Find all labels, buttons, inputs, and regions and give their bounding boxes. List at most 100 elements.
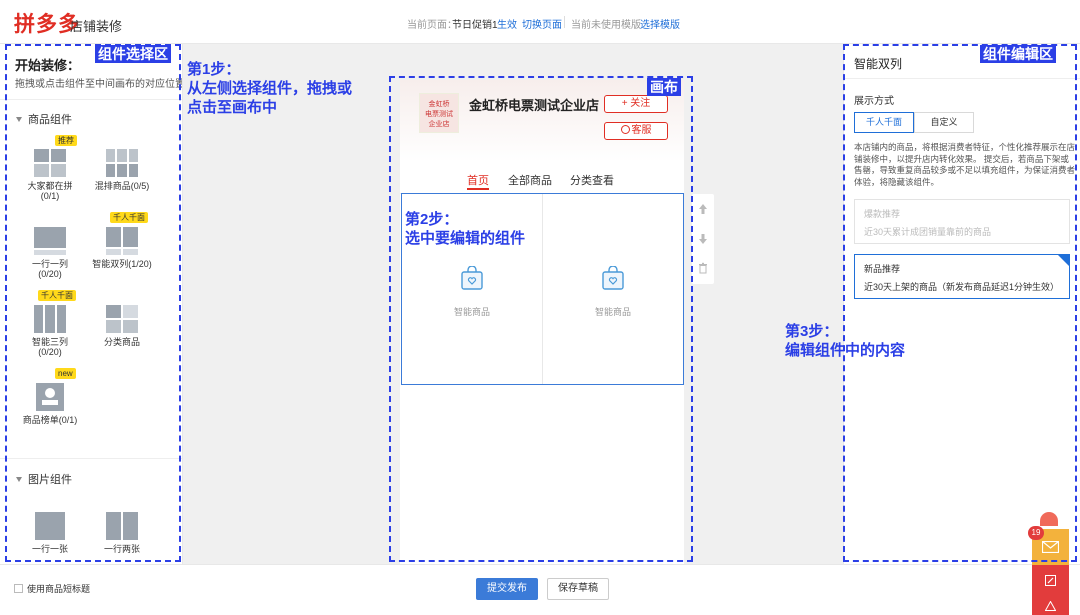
service-button[interactable]: 客服 (604, 122, 668, 140)
three-column-icon (34, 305, 66, 333)
component-smart-three-column[interactable]: 智能三列 (0/20) (15, 305, 85, 357)
caret-down-icon (16, 117, 22, 122)
panel-hint: 拖拽或点击组件至中间画布的对应位置 (15, 79, 183, 90)
shop-name: 金虹桥电票测试企业店 (469, 98, 600, 113)
short-title-checkbox[interactable] (14, 584, 23, 593)
mode-custom-button[interactable]: 自定义 (914, 112, 974, 133)
component-label: 一行两张 (103, 544, 140, 554)
shop-header: 金虹桥 电票测试 企业店 金虹桥电票测试企业店 + 关注 客服 (400, 80, 684, 162)
grid-2x2-icon (34, 149, 66, 177)
mode-description: 本店铺内的商品，将根据消费者特征，个性化推荐展示在店铺装修中，以提升店内转化效果… (854, 142, 1076, 187)
option-hot-sellers[interactable]: 爆款推荐 近30天累计成团销量靠前的商品 (854, 199, 1070, 244)
component-two-image-row[interactable]: 一行两张 (87, 512, 157, 554)
section-product-components[interactable]: 商品组件 (16, 111, 72, 127)
component-one-row-one-col[interactable]: 一行一列 (0/20) (15, 227, 85, 279)
tab-all-products[interactable]: 全部商品 (508, 172, 552, 188)
status-badge: 生效 (497, 20, 517, 31)
component-label: 大家都在拼 (0/1) (27, 181, 73, 201)
chat-icon (620, 125, 630, 134)
component-product-ranking[interactable]: 商品榜单(0/1) (15, 383, 85, 425)
mixed-grid-icon (106, 149, 138, 177)
divider (0, 458, 182, 459)
component-label: 一行一列 (0/20) (31, 259, 68, 279)
edit-panel: 智能双列 展示方式 千人千面 自定义 本店铺内的商品，将根据消费者特征，个性化推… (843, 44, 1080, 564)
component-everyone-group[interactable]: 大家都在拼 (0/1) (15, 149, 85, 201)
mail-icon (1042, 541, 1059, 553)
component-label: 商品榜单(0/1) (22, 415, 78, 425)
step1-annotation: 第1步： 从左侧选择组件，拖拽或 点击至画布中 (187, 61, 353, 116)
single-column-icon (34, 227, 66, 255)
option-title: 爆款推荐 (864, 209, 901, 219)
template-label: 当前未使用模版 (571, 20, 641, 31)
option-desc: 近30天上架的商品（新发布商品延迟1分钟生效） (864, 282, 1060, 292)
choose-template-link[interactable]: 选择模版 (640, 16, 680, 31)
component-mixed-products[interactable]: 混排商品(0/5) (87, 149, 157, 191)
panel-title: 开始装修： (15, 58, 81, 73)
edit-area-tag: 组件编辑区 (980, 45, 1056, 63)
ranking-icon (36, 383, 64, 411)
checkbox-label: 使用商品短标题 (27, 584, 91, 594)
arrow-down-icon[interactable] (697, 233, 709, 245)
current-page-name: 节日促销1 (452, 20, 498, 31)
mode-personalized-button[interactable]: 千人千面 (854, 112, 914, 133)
mascot-icon (1040, 512, 1058, 526)
component-category-products[interactable]: 分类商品 (87, 305, 157, 347)
save-draft-button[interactable]: 保存草稿 (547, 578, 609, 600)
option-desc: 近30天累计成团销量靠前的商品 (864, 227, 992, 237)
badge-personalized: 千人千面 (38, 290, 76, 301)
product-placeholder-label: 智能商品 (595, 307, 632, 317)
phone-canvas[interactable]: 金虹桥 电票测试 企业店 金虹桥电票测试企业店 + 关注 客服 首页 全部商品 … (400, 80, 684, 564)
divider (844, 78, 1080, 79)
follow-button[interactable]: + 关注 (604, 95, 668, 113)
footer-bar (0, 564, 1080, 615)
category-icon (106, 305, 138, 333)
section-image-components[interactable]: 图片组件 (16, 471, 72, 487)
step3-annotation: 第3步： 编辑组件中的内容 (785, 323, 906, 359)
product-placeholder-label: 智能商品 (454, 307, 491, 317)
selected-corner-icon (1058, 255, 1069, 266)
edit-icon (1045, 575, 1056, 586)
option-title: 新品推荐 (864, 264, 901, 274)
divider (564, 16, 565, 28)
shop-logo: 金虹桥 电票测试 企业店 (419, 93, 459, 133)
warning-icon (1045, 601, 1056, 611)
app-subtitle: 店铺装修 (70, 19, 123, 34)
component-label: 一行一张 (31, 544, 68, 554)
top-bar: 拼多多 店铺装修 当前页面： 节日促销1 生效 切换页面 当前未使用模版 选择模… (0, 0, 1080, 44)
shop-tabs: 首页 全部商品 分类查看 (400, 168, 684, 192)
component-label: 智能三列 (0/20) (31, 337, 68, 357)
component-toolbar (692, 194, 714, 284)
two-column-icon (106, 227, 138, 255)
arrow-up-icon[interactable] (697, 203, 709, 215)
shopping-bag-icon (461, 266, 483, 290)
canvas-area-tag: 画布 (647, 78, 681, 96)
option-new-arrivals[interactable]: 新品推荐 近30天上架的商品（新发布商品延迟1分钟生效） (854, 254, 1070, 299)
column-divider (542, 194, 543, 384)
single-image-icon (35, 512, 65, 540)
component-label: 分类商品 (103, 337, 140, 347)
feedback-widget[interactable] (1032, 565, 1069, 615)
edit-panel-title: 智能双列 (854, 57, 903, 71)
badge-new: new (55, 368, 76, 379)
badge-personalized: 千人千面 (110, 212, 148, 223)
shopping-bag-icon (602, 266, 624, 290)
double-image-icon (106, 512, 138, 540)
trash-icon[interactable] (697, 262, 709, 274)
active-tab-indicator (467, 188, 489, 190)
component-label: 混排商品(0/5) (94, 181, 150, 191)
tab-categories[interactable]: 分类查看 (570, 172, 614, 188)
step2-annotation: 第2步： 选中要编辑的组件 (405, 211, 526, 247)
publish-button[interactable]: 提交发布 (476, 578, 538, 600)
switch-page-link[interactable]: 切换页面 (522, 16, 562, 31)
badge-recommend: 推荐 (55, 135, 77, 146)
component-label: 智能双列(1/20) (92, 259, 152, 269)
component-one-image-row[interactable]: 一行一张 (15, 512, 85, 554)
component-panel: 开始装修： 拖拽或点击组件至中间画布的对应位置 商品组件 大家都在拼 (0/1)… (0, 44, 183, 564)
component-smart-two-column[interactable]: 智能双列(1/20) (87, 227, 157, 269)
component-area-tag: 组件选择区 (95, 45, 171, 63)
notification-count-badge: 19 (1028, 526, 1044, 540)
display-mode-label: 展示方式 (854, 96, 894, 107)
current-page-label: 当前页面： (407, 20, 457, 31)
tab-home[interactable]: 首页 (467, 172, 489, 188)
divider (0, 99, 182, 100)
